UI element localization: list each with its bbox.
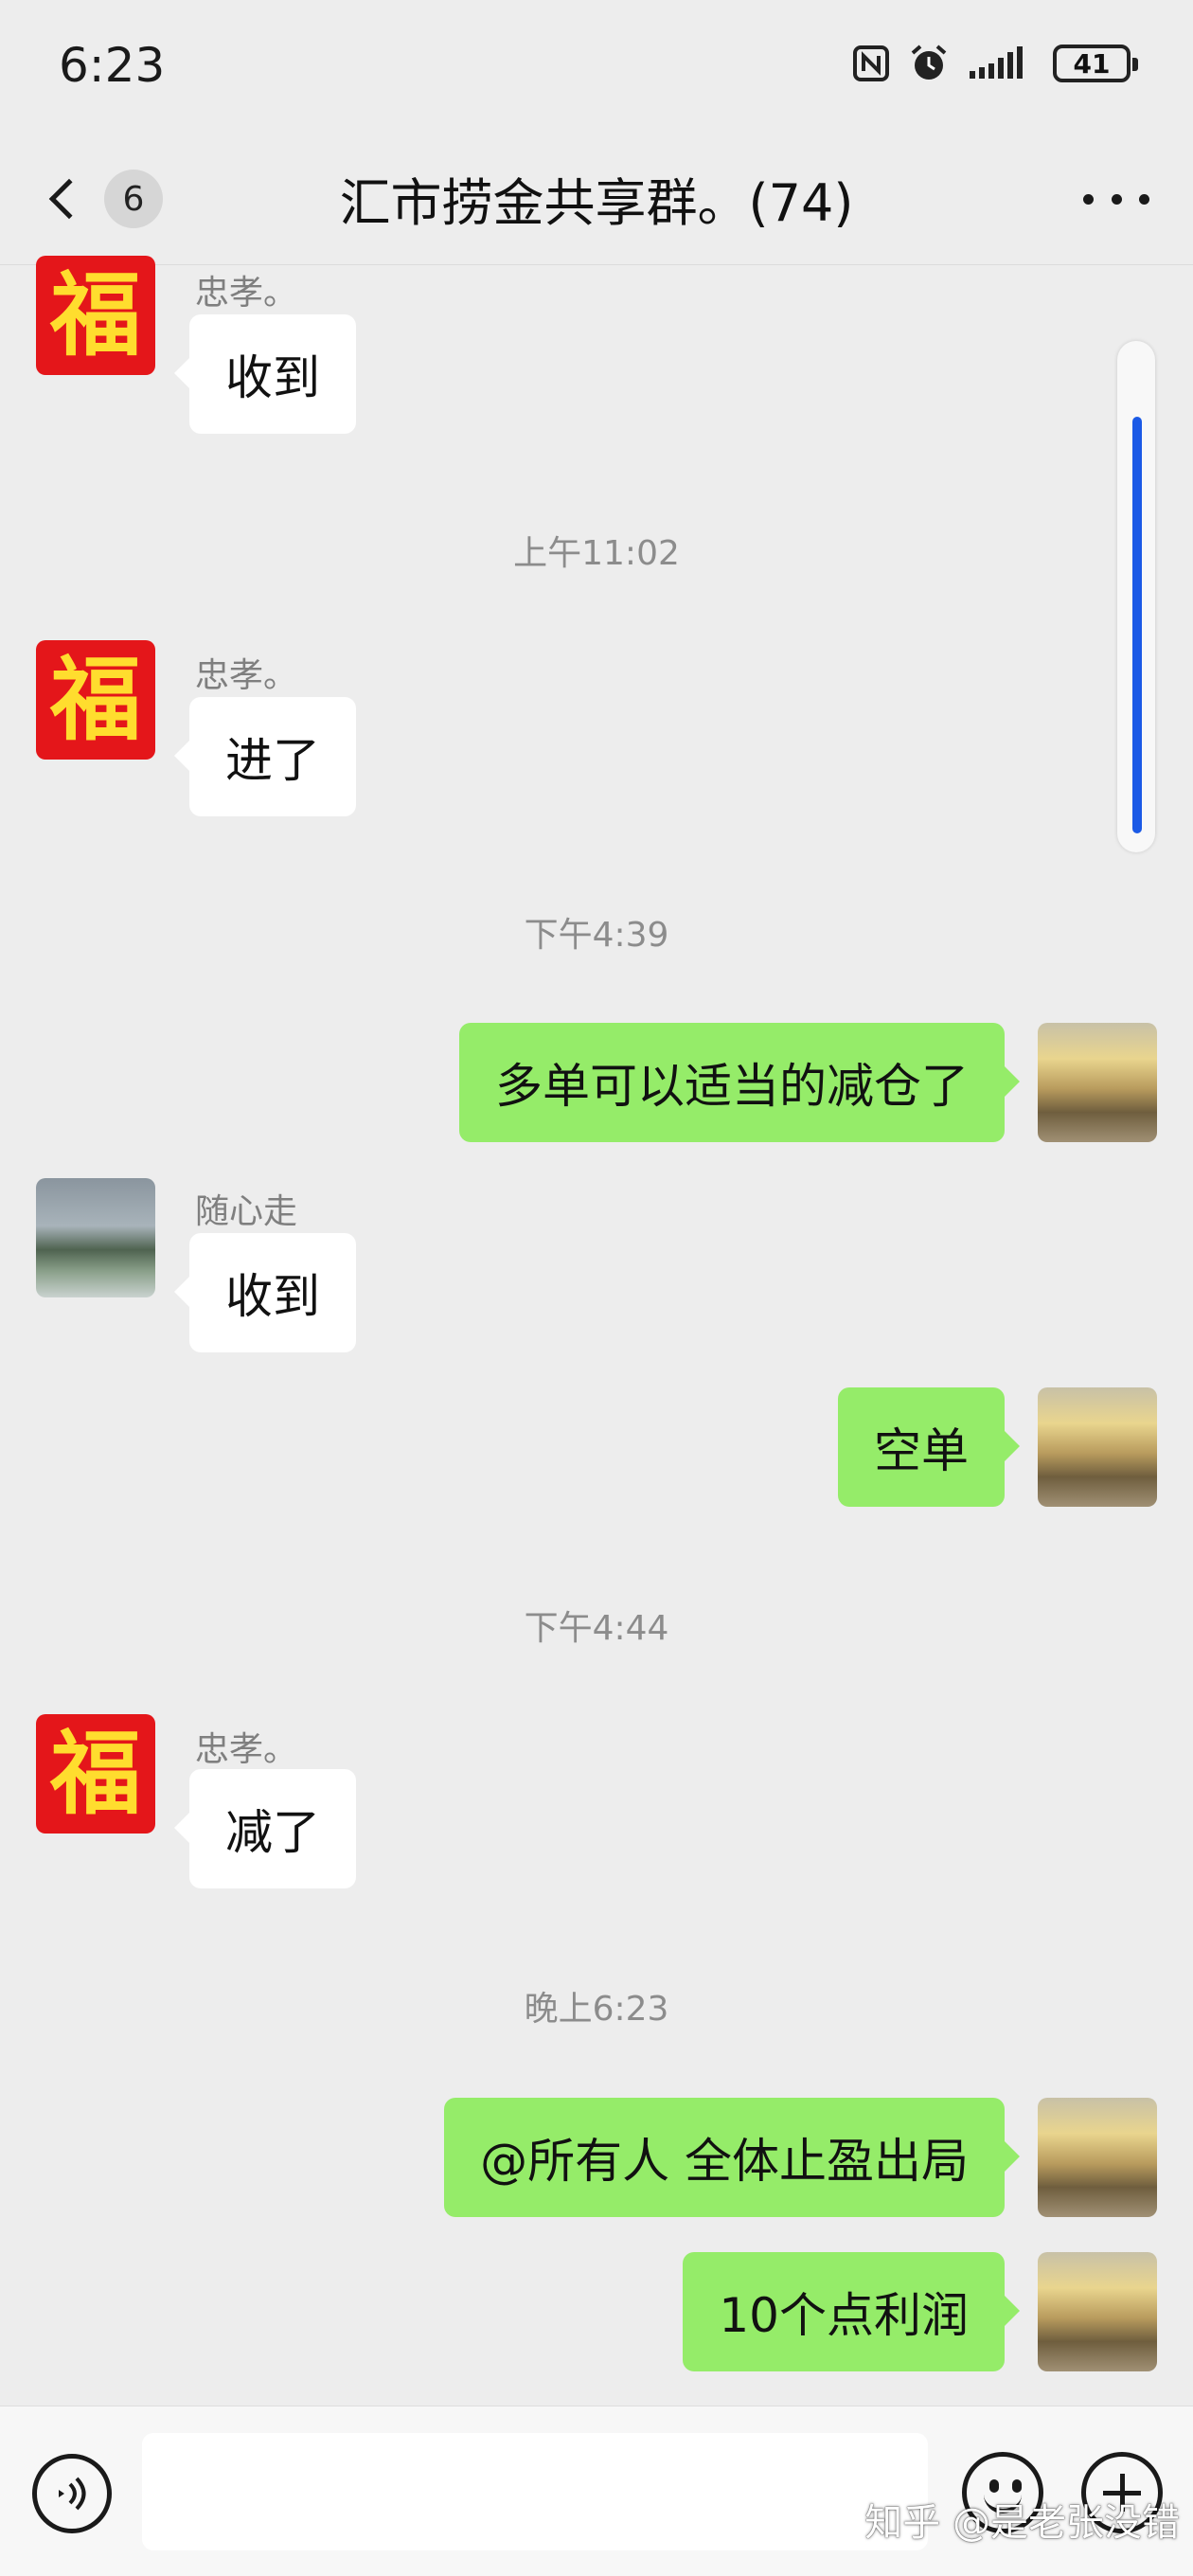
nfc-icon — [852, 45, 890, 82]
sender-name: 随心走 — [195, 1192, 298, 1231]
message-bubble-incoming[interactable]: 减了 — [174, 1769, 356, 1888]
sender-name: 忠孝。 — [195, 1730, 298, 1769]
input-bar: 知乎 @是老张没错 — [0, 2406, 1193, 2576]
message-timestamp: 下午4:44 — [524, 1609, 669, 1648]
voice-button[interactable] — [32, 2454, 112, 2533]
watermark: 知乎 @是老张没错 — [864, 2501, 1180, 2545]
message-timestamp: 下午4:39 — [524, 916, 669, 955]
chat-header: 汇市捞金共享群。(74) 6 — [0, 133, 1193, 265]
sunset-avatar[interactable] — [1038, 2098, 1157, 2217]
status-bar: 6:23 41 — [0, 0, 1193, 133]
fu-character-avatar[interactable]: 福 — [36, 640, 155, 760]
status-icons: 41 — [852, 44, 1138, 83]
signal-icon — [968, 45, 1034, 82]
fu-character-avatar[interactable]: 福 — [36, 256, 155, 375]
voice-icon — [59, 2477, 86, 2511]
fu-character-avatar[interactable]: 福 — [36, 1714, 155, 1834]
lake-avatar[interactable] — [36, 1178, 155, 1297]
unread-count-badge: 6 — [104, 170, 163, 228]
message-bubble-outgoing[interactable]: @所有人 全体止盈出局 — [444, 2098, 1020, 2217]
message-input[interactable] — [142, 2433, 928, 2550]
message-bubble-incoming[interactable]: 收到 — [174, 1233, 356, 1352]
message-bubble-outgoing[interactable]: 10个点利润 — [683, 2252, 1020, 2371]
scrollbar[interactable] — [1117, 341, 1155, 852]
message-timestamp: 上午11:02 — [513, 534, 680, 573]
chat-title: 汇市捞金共享群。(74) — [339, 173, 854, 233]
message-timestamp: 晚上6:23 — [524, 1990, 669, 2029]
sender-name: 忠孝。 — [195, 274, 298, 313]
message-bubble-outgoing[interactable]: 空单 — [838, 1387, 1020, 1507]
scrollbar-thumb[interactable] — [1132, 417, 1142, 833]
more-options-button[interactable] — [1083, 170, 1149, 227]
message-bubble-outgoing[interactable]: 多单可以适当的减仓了 — [459, 1023, 1020, 1142]
alarm-icon — [909, 44, 949, 83]
message-bubble-incoming[interactable]: 进了 — [174, 697, 356, 816]
sunset-avatar[interactable] — [1038, 1023, 1157, 1142]
more-dots-icon — [1083, 193, 1094, 205]
message-bubble-incoming[interactable]: 收到 — [174, 314, 356, 434]
battery-icon: 41 — [1053, 45, 1138, 82]
sunset-avatar[interactable] — [1038, 1387, 1157, 1507]
chevron-left-icon — [48, 178, 90, 220]
back-button[interactable]: 6 — [42, 165, 174, 233]
sender-name: 忠孝。 — [195, 656, 298, 695]
emoji-icon — [989, 2479, 999, 2493]
sunset-avatar[interactable] — [1038, 2252, 1157, 2371]
status-time: 6:23 — [59, 38, 166, 93]
